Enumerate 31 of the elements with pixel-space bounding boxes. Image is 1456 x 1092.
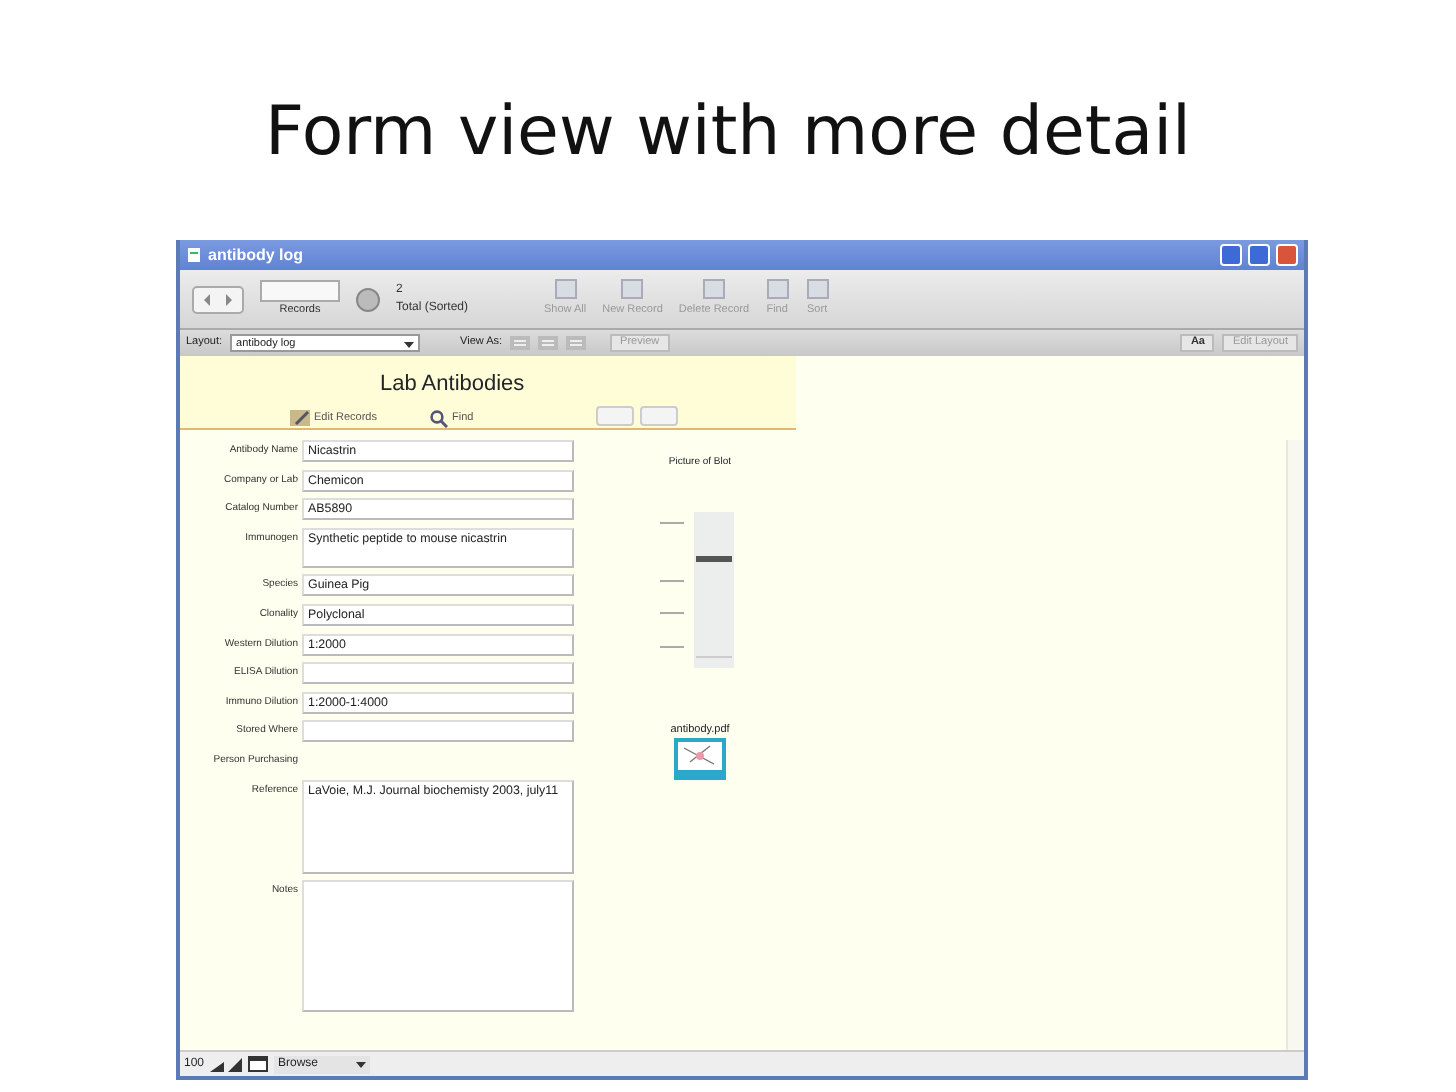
input-field[interactable] [302,662,574,685]
view-mode-icon[interactable] [538,336,559,350]
pdf-thumbnail-icon[interactable] [674,737,726,780]
toolbar-icon [765,278,790,301]
record-slider-icon[interactable] [356,287,380,311]
toolbar-icon [701,278,726,301]
app-icon [186,246,202,264]
view-mode-icon[interactable] [566,336,587,350]
maximize-button[interactable] [1248,244,1270,266]
record-navigation-icon[interactable] [192,285,244,313]
pencil-icon [290,410,310,427]
minimize-button[interactable] [1220,244,1242,266]
input-field[interactable] [302,880,574,1013]
list-view-tab[interactable] [640,406,678,426]
toolbar-icon [620,278,645,301]
caret-icon [404,336,415,352]
slide-title: Form view with more detail [263,90,1193,176]
close-button[interactable] [1276,244,1298,266]
record-number-field[interactable] [260,279,340,302]
input-field[interactable] [302,720,574,743]
view-mode-icon[interactable] [510,336,531,350]
caret-icon [356,1056,367,1072]
window-title: antibody log [208,243,304,267]
status-toggle-icon[interactable] [248,1056,269,1072]
toolbar-icon [553,278,578,301]
search-icon [430,410,448,428]
zoom-icon[interactable] [210,1056,243,1072]
scrollbar[interactable] [1286,440,1304,1050]
form-view-tab[interactable] [596,406,634,426]
toolbar-icon [805,278,830,301]
form-title: Lab Antibodies [380,372,525,399]
